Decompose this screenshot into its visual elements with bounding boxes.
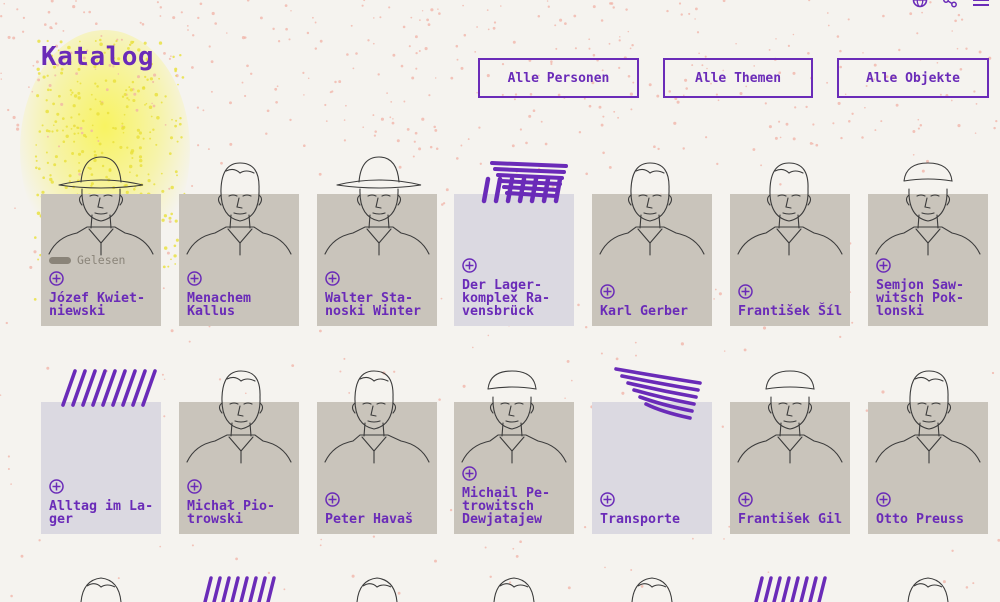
catalog-card-franti-ek-l[interactable]: František Šíl	[730, 151, 850, 326]
page-title: Katalog	[41, 42, 155, 72]
card-title: Walter Sta- noski Winter	[325, 291, 422, 319]
catalog-card-transporte[interactable]: Transporte	[592, 359, 712, 534]
catalog-card-menachemkallus[interactable]: Menachem Kallus	[179, 151, 299, 326]
catalog-card-semjon-saw-witsch-pok-lonski[interactable]: Semjon Saw- witsch Pok- lonski	[868, 151, 988, 326]
portrait-drawing	[737, 370, 843, 464]
expand-plus-icon[interactable]	[738, 284, 753, 299]
catalog-card-michail-pe-trowitschdewjatajew[interactable]: Michail Pe- trowitsch Dewjatajew	[454, 359, 574, 534]
filter-all-themes-button[interactable]: Alle Themen	[663, 58, 813, 98]
expand-plus-icon[interactable]	[325, 271, 340, 286]
top-icon-bar	[912, 0, 990, 8]
expand-plus-icon[interactable]	[462, 258, 477, 273]
catalog-card-alltag-im-la-ger[interactable]: Alltag im La- ger	[41, 359, 161, 534]
read-status-label: Gelesen	[77, 253, 126, 267]
filter-all-persons-button[interactable]: Alle Personen	[478, 58, 639, 98]
catalog-card-micha-pio-trowski[interactable]: Michał Pio- trowski	[179, 359, 299, 534]
card-title: Otto Preuss	[876, 512, 965, 527]
theme-glyph-icon	[614, 367, 702, 420]
expand-plus-icon[interactable]	[325, 492, 340, 507]
card-title: Karl Gerber	[600, 304, 689, 319]
read-toggle-icon	[49, 256, 71, 264]
menu-icon[interactable]	[972, 0, 990, 8]
card-title: Michail Pe- trowitsch Dewjatajew	[462, 486, 551, 527]
portrait-drawing	[324, 370, 430, 464]
catalog-card-partial[interactable]	[592, 572, 712, 602]
catalog-card-otto-preuss[interactable]: Otto Preuss	[868, 359, 988, 534]
expand-plus-icon[interactable]	[600, 284, 615, 299]
card-title: Alltag im La- ger	[49, 499, 154, 527]
expand-plus-icon[interactable]	[49, 271, 64, 286]
expand-plus-icon[interactable]	[187, 271, 202, 286]
portrait-drawing	[875, 370, 981, 464]
catalog-card-peter-hava[interactable]: Peter Havaš	[317, 359, 437, 534]
card-title: Semjon Saw- witsch Pok- lonski	[876, 278, 965, 319]
expand-plus-icon[interactable]	[876, 492, 891, 507]
expand-plus-icon[interactable]	[187, 479, 202, 494]
globe-icon[interactable]	[912, 0, 928, 8]
catalog-card-partial[interactable]	[179, 572, 299, 602]
catalog-card-partial[interactable]	[317, 572, 437, 602]
catalog-card-walter-sta-noski-winter[interactable]: Walter Sta- noski Winter	[317, 151, 437, 326]
portrait-drawing	[599, 162, 705, 256]
catalog-card-partial[interactable]	[454, 572, 574, 602]
card-title: František Šíl	[738, 304, 843, 319]
catalog-card-franti-ek-gil[interactable]: František Gil	[730, 359, 850, 534]
catalog-card-partial[interactable]	[730, 572, 850, 602]
catalog-card-karl-gerber[interactable]: Karl Gerber	[592, 151, 712, 326]
expand-plus-icon[interactable]	[600, 492, 615, 507]
card-title: František Gil	[738, 512, 843, 527]
read-status-badge: Gelesen	[49, 253, 125, 267]
card-title: Michał Pio- trowski	[187, 499, 276, 527]
share-icon[interactable]	[942, 0, 958, 8]
expand-plus-icon[interactable]	[876, 258, 891, 273]
catalog-card-partial[interactable]	[868, 572, 988, 602]
card-title: Peter Havaš	[325, 512, 414, 527]
catalog-card-partial[interactable]	[41, 572, 161, 602]
filter-all-objects-button[interactable]: Alle Objekte	[837, 58, 989, 98]
expand-plus-icon[interactable]	[738, 492, 753, 507]
catalog-card-der-lager-komplex-ra-vensbr-ck[interactable]: Der Lager- komplex Ra- vensbrück	[454, 151, 574, 326]
card-title: Transporte	[600, 512, 681, 527]
portrait-drawing	[737, 162, 843, 256]
catalog-card-j-zef-kwiet-niewski[interactable]: Gelesen Józef Kwiet- niewski	[41, 151, 161, 326]
expand-plus-icon[interactable]	[462, 466, 477, 481]
card-title: Józef Kwiet- niewski	[49, 291, 146, 319]
card-title: Der Lager- komplex Ra- vensbrück	[462, 278, 551, 319]
card-title: Menachem Kallus	[187, 291, 252, 319]
expand-plus-icon[interactable]	[49, 479, 64, 494]
